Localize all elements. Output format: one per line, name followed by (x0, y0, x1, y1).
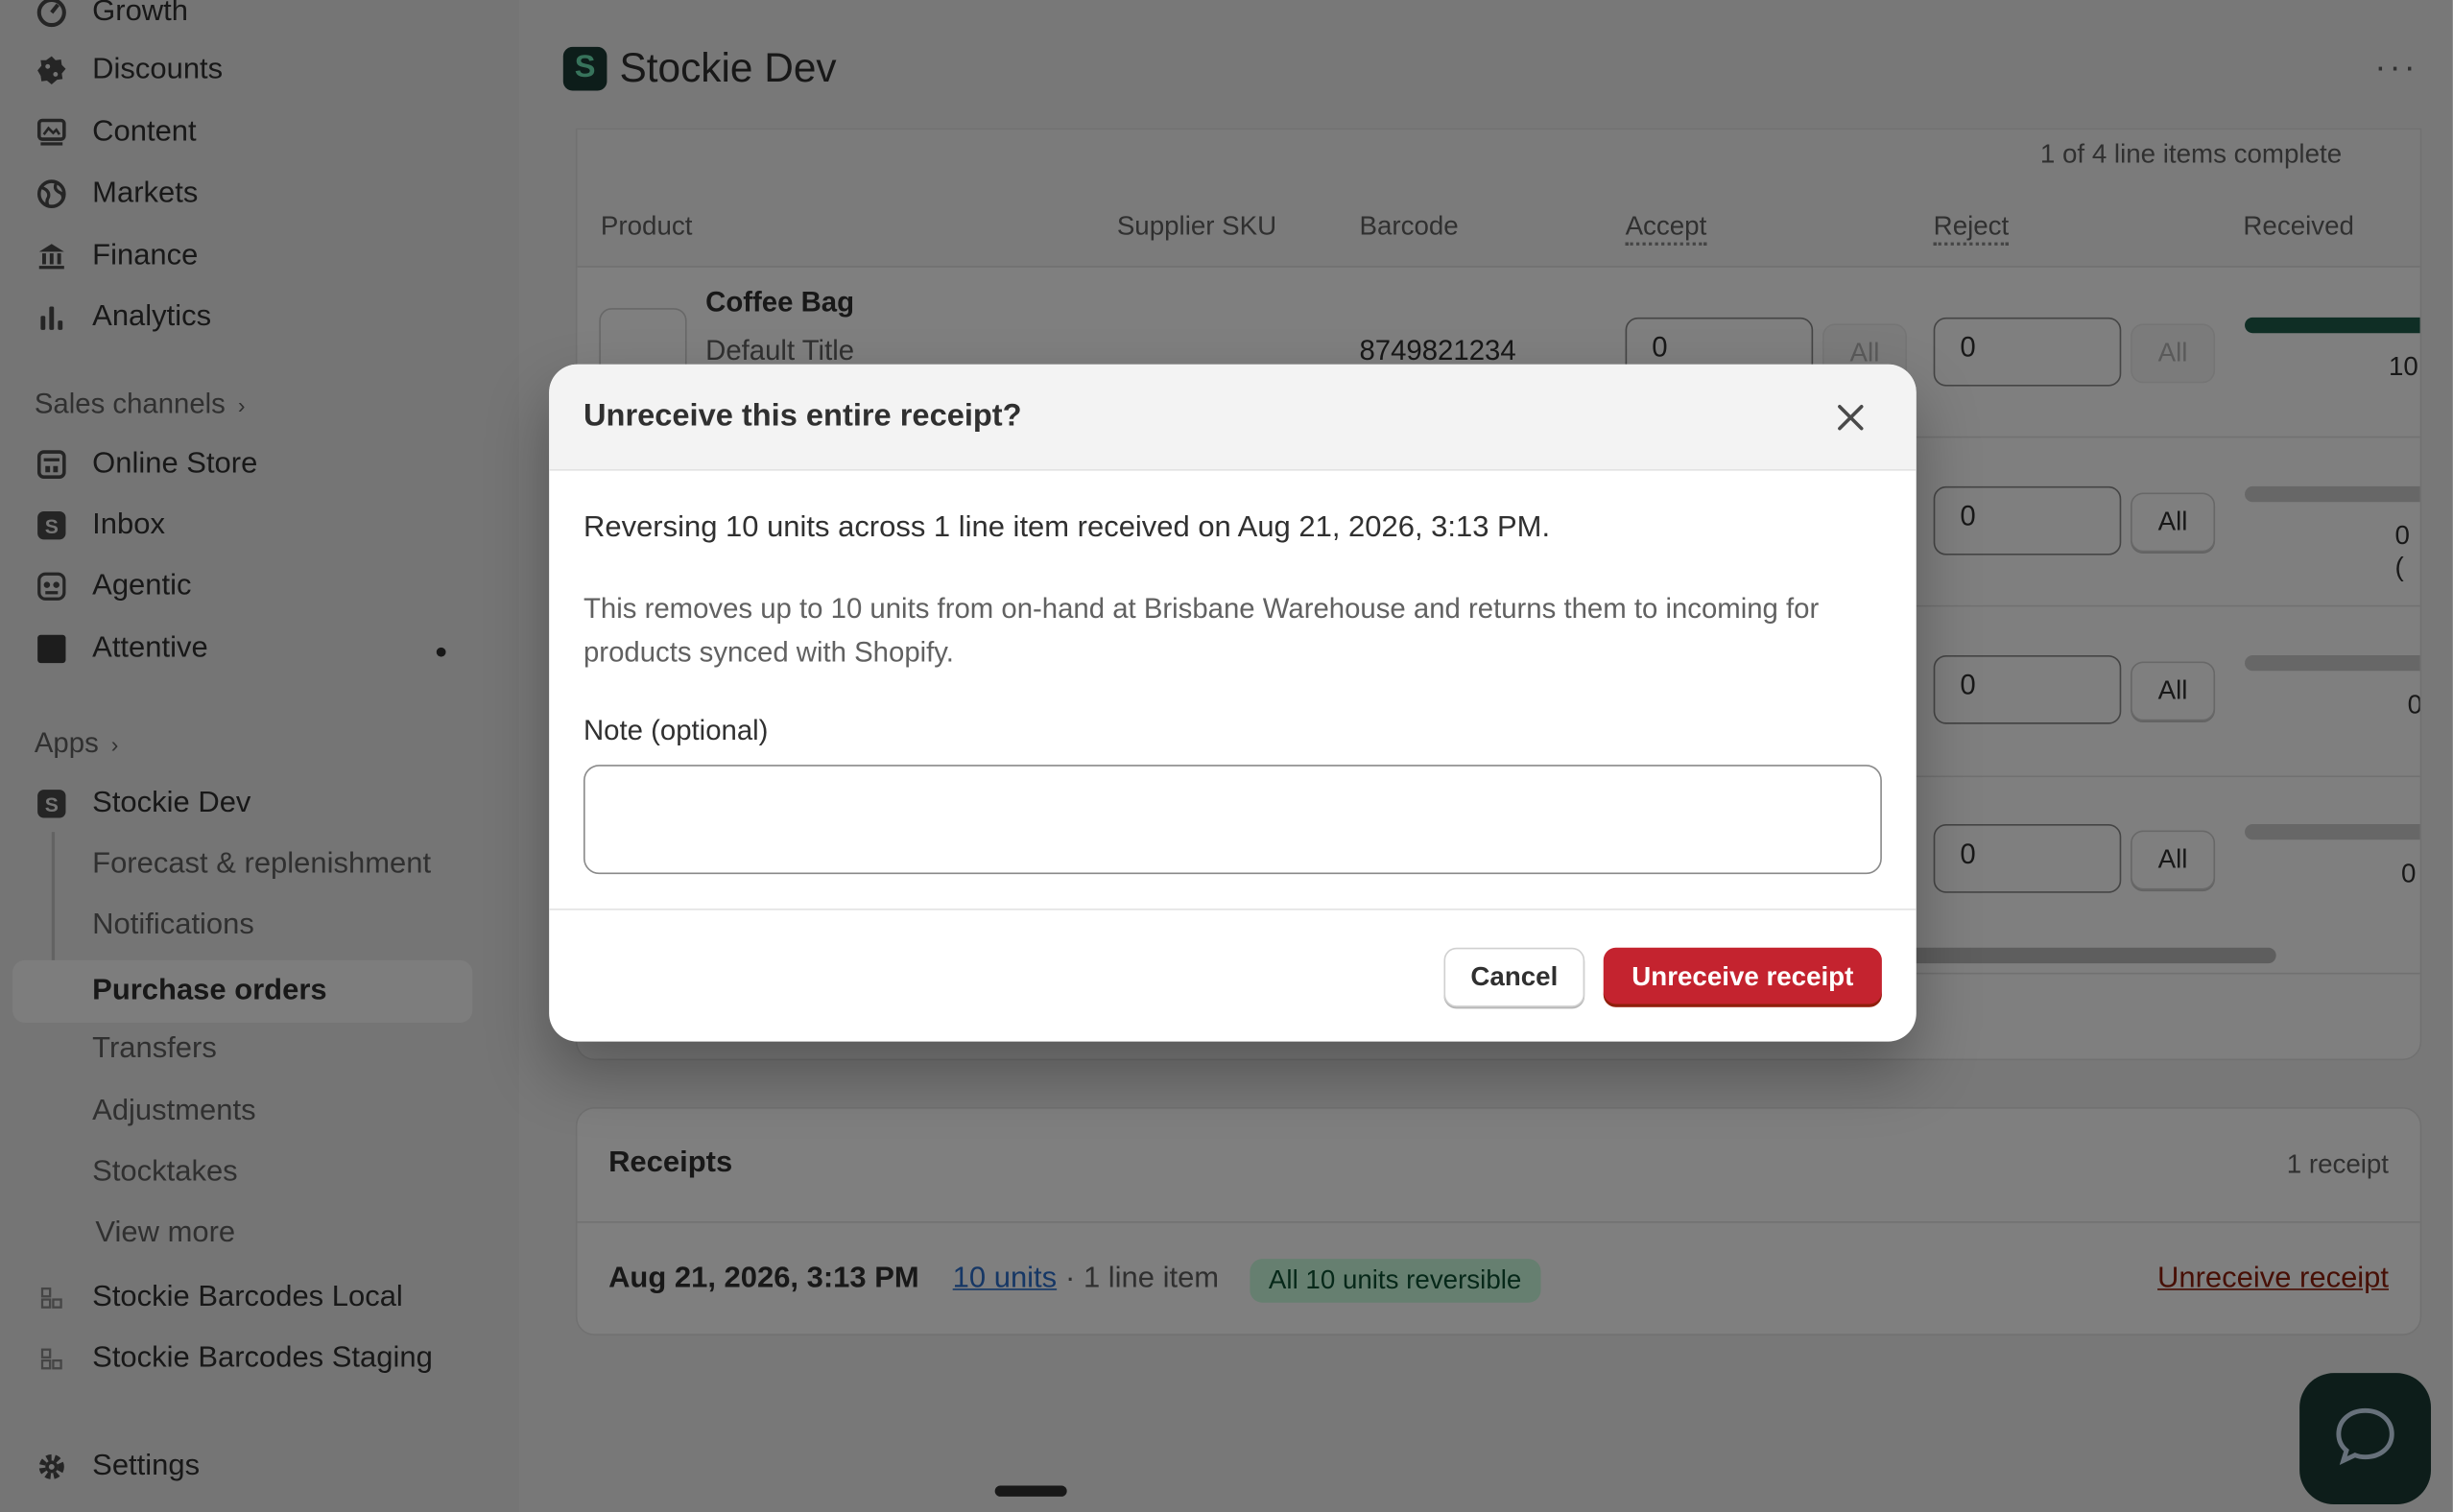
dialog-summary: Reversing 10 units across 1 line item re… (583, 511, 1551, 545)
dialog-title: Unreceive this entire receipt? (583, 398, 1022, 434)
note-field[interactable] (583, 765, 1882, 875)
unreceive-dialog: Unreceive this entire receipt? Reversing… (549, 364, 1917, 1042)
note-label: Note (optional) (583, 714, 769, 746)
dialog-description: This removes up to 10 units from on-hand… (583, 592, 1820, 669)
dialog-header: Unreceive this entire receipt? (549, 364, 1917, 471)
dialog-footer: Cancel Unreceive receipt (549, 909, 1917, 1042)
dialog-body: Reversing 10 units across 1 line item re… (549, 471, 1917, 909)
unreceive-receipt-button[interactable]: Unreceive receipt (1603, 947, 1882, 1007)
close-icon[interactable] (1832, 399, 1870, 437)
cancel-button[interactable]: Cancel (1443, 947, 1585, 1007)
